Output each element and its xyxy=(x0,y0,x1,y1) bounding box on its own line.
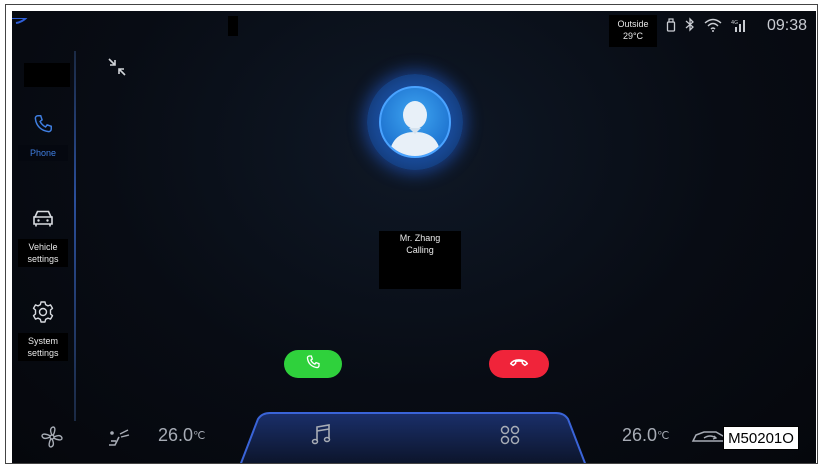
status-bar-corner xyxy=(12,11,34,24)
left-sidebar: Phone Vehicle settings System settings xyxy=(12,51,78,421)
call-status: Calling xyxy=(406,245,434,255)
infotainment-screen: Outside 29°C 4G 09:38 Phone Vehicle sett… xyxy=(12,11,816,463)
caller-avatar xyxy=(367,74,463,170)
status-bar: Outside 29°C 4G 09:38 xyxy=(12,11,816,47)
answer-call-button[interactable] xyxy=(284,350,342,378)
usb-icon xyxy=(666,17,676,32)
wifi-icon xyxy=(704,18,722,32)
phone-icon xyxy=(28,109,58,139)
sidebar-item-vehicle-settings[interactable]: Vehicle settings xyxy=(12,203,74,267)
car-icon xyxy=(28,203,58,233)
sidebar-item-system-settings[interactable]: System settings xyxy=(12,297,74,361)
sidebar-item-label: System settings xyxy=(18,333,68,361)
right-temperature[interactable]: 26.0 ℃ xyxy=(622,425,669,446)
bluetooth-icon xyxy=(685,17,695,32)
left-temp-unit: ℃ xyxy=(193,430,206,442)
sidebar-item-label: Phone xyxy=(18,145,68,161)
outside-temp-value: 29°C xyxy=(622,31,644,41)
caller-name: Mr. Zhang xyxy=(399,233,441,243)
dock-highlight xyxy=(240,412,586,463)
seat-airflow-icon[interactable] xyxy=(106,425,132,449)
minimize-icon[interactable] xyxy=(106,56,128,78)
status-icons: 4G xyxy=(666,17,747,32)
sidebar-divider xyxy=(74,51,76,421)
signal-icon: 4G xyxy=(731,18,747,32)
status-clock: 09:38 xyxy=(767,17,808,34)
outside-temperature: Outside 29°C xyxy=(609,15,657,47)
left-temp-value: 26.0 xyxy=(158,425,194,445)
figure-code-label: M50201O xyxy=(723,426,799,450)
sidebar-item-label: Vehicle settings xyxy=(18,239,68,267)
music-icon[interactable] xyxy=(310,423,332,447)
svg-text:4G: 4G xyxy=(731,20,738,26)
fan-icon[interactable] xyxy=(40,425,64,449)
bottom-climate-bar: 26.0 ℃ 26.0 ℃ xyxy=(12,411,816,463)
caller-info: Mr. Zhang Calling xyxy=(379,231,461,289)
sidebar-item-phone[interactable]: Phone xyxy=(12,109,74,161)
gear-icon xyxy=(28,297,58,327)
apps-icon[interactable] xyxy=(498,423,522,447)
status-bar-notch xyxy=(228,16,238,36)
phone-answer-icon xyxy=(305,354,321,375)
sidebar-top-block xyxy=(24,63,70,87)
outside-label: Outside xyxy=(617,19,649,29)
person-icon xyxy=(379,86,451,158)
right-temp-value: 26.0 xyxy=(622,425,658,445)
right-temp-unit: ℃ xyxy=(657,430,670,442)
phone-hangup-icon xyxy=(509,355,529,373)
decline-call-button[interactable] xyxy=(489,350,549,378)
left-temperature[interactable]: 26.0 ℃ xyxy=(158,425,205,446)
